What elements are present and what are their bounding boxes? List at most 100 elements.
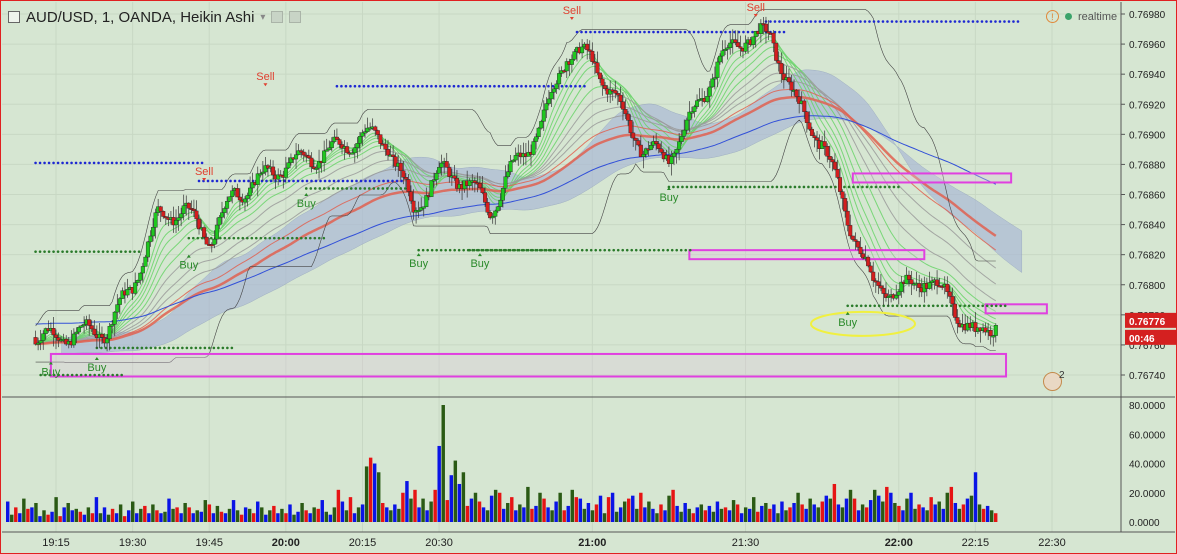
volume-bar[interactable]: [618, 507, 623, 522]
volume-bar[interactable]: [110, 508, 115, 522]
candle[interactable]: [76, 327, 81, 333]
candle[interactable]: [590, 50, 595, 62]
volume-bar[interactable]: [425, 510, 429, 522]
volume-bar[interactable]: [413, 489, 417, 522]
candle[interactable]: [835, 169, 840, 178]
candle[interactable]: [595, 62, 600, 74]
chevron-down-icon[interactable]: ▾: [260, 12, 265, 23]
volume-bar[interactable]: [538, 492, 542, 522]
volume-bar[interactable]: [207, 504, 212, 522]
volume-bar[interactable]: [542, 498, 546, 522]
candle[interactable]: [654, 141, 659, 145]
candle[interactable]: [549, 92, 554, 100]
candle[interactable]: [355, 143, 360, 148]
candle[interactable]: [217, 216, 222, 226]
volume-bar[interactable]: [304, 510, 308, 522]
candle[interactable]: [125, 289, 130, 296]
candle[interactable]: [51, 328, 56, 336]
volume-bar[interactable]: [18, 513, 22, 522]
candle[interactable]: [151, 227, 156, 237]
volume-bar[interactable]: [268, 510, 272, 522]
volume-bar[interactable]: [610, 492, 615, 522]
volume-bar[interactable]: [42, 510, 46, 522]
candle[interactable]: [337, 139, 342, 145]
candle[interactable]: [176, 217, 181, 221]
volume-bar[interactable]: [332, 507, 337, 522]
candle[interactable]: [802, 100, 807, 113]
volume-bar[interactable]: [356, 507, 361, 522]
volume-bar[interactable]: [368, 457, 373, 522]
collapse-icon[interactable]: [8, 11, 20, 23]
candle[interactable]: [868, 265, 873, 273]
candle[interactable]: [258, 173, 263, 176]
volume-bar[interactable]: [760, 505, 764, 522]
volume-bar[interactable]: [477, 501, 482, 522]
candle[interactable]: [444, 161, 449, 168]
volume-bar[interactable]: [118, 504, 123, 522]
volume-bar[interactable]: [135, 513, 139, 522]
candle[interactable]: [92, 328, 97, 335]
volume-bar[interactable]: [965, 498, 970, 522]
candle[interactable]: [832, 161, 837, 170]
volume-bar[interactable]: [727, 510, 732, 522]
candle[interactable]: [633, 137, 638, 141]
volume-bar[interactable]: [562, 510, 566, 522]
volume-bar[interactable]: [808, 498, 812, 522]
volume-bar[interactable]: [816, 507, 820, 522]
candle[interactable]: [712, 77, 717, 80]
candle[interactable]: [431, 179, 436, 182]
candle[interactable]: [881, 287, 886, 294]
candle[interactable]: [618, 94, 623, 102]
candle[interactable]: [628, 120, 633, 134]
candle[interactable]: [544, 103, 549, 111]
volume-bar[interactable]: [433, 489, 437, 522]
candle[interactable]: [751, 36, 756, 45]
candle[interactable]: [534, 136, 539, 142]
volume-bar[interactable]: [151, 504, 155, 522]
candle[interactable]: [472, 180, 477, 183]
volume-bar[interactable]: [929, 497, 933, 522]
candle[interactable]: [222, 208, 227, 213]
candle[interactable]: [927, 282, 932, 289]
volume-bar[interactable]: [582, 508, 587, 522]
candle[interactable]: [906, 274, 911, 280]
candle[interactable]: [786, 77, 791, 83]
volume-bar[interactable]: [820, 501, 825, 522]
candle[interactable]: [230, 190, 235, 197]
volume-bar[interactable]: [421, 498, 425, 522]
candle[interactable]: [771, 32, 776, 44]
volume-bar[interactable]: [655, 513, 659, 522]
volume-bar[interactable]: [98, 513, 103, 522]
candle[interactable]: [728, 42, 733, 49]
volume-bar[interactable]: [804, 508, 808, 522]
volume-bar[interactable]: [828, 498, 833, 522]
candle[interactable]: [623, 109, 628, 115]
candle[interactable]: [779, 62, 784, 75]
candle[interactable]: [314, 167, 319, 170]
volume-bar[interactable]: [836, 504, 841, 522]
candle[interactable]: [503, 176, 508, 189]
candle[interactable]: [286, 162, 291, 169]
volume-bar[interactable]: [989, 510, 994, 522]
volume-bar[interactable]: [969, 495, 974, 522]
volume-bar[interactable]: [719, 508, 724, 522]
volume-bar[interactable]: [905, 498, 909, 522]
candle[interactable]: [219, 212, 224, 218]
candle[interactable]: [580, 46, 585, 54]
volume-bar[interactable]: [514, 510, 518, 522]
candle[interactable]: [896, 291, 901, 296]
candle[interactable]: [682, 129, 687, 137]
volume-bar[interactable]: [864, 507, 869, 522]
volume-bar[interactable]: [860, 504, 865, 522]
volume-bar[interactable]: [372, 463, 377, 523]
volume-bar[interactable]: [243, 507, 248, 522]
candle[interactable]: [202, 227, 207, 238]
candle[interactable]: [776, 60, 781, 64]
candle[interactable]: [878, 285, 883, 289]
warning-icon[interactable]: !: [1046, 10, 1059, 23]
volume-bar[interactable]: [945, 492, 950, 522]
candle[interactable]: [105, 338, 110, 344]
volume-bar[interactable]: [961, 504, 966, 522]
volume-bar[interactable]: [94, 497, 99, 522]
volume-bar[interactable]: [546, 507, 550, 522]
